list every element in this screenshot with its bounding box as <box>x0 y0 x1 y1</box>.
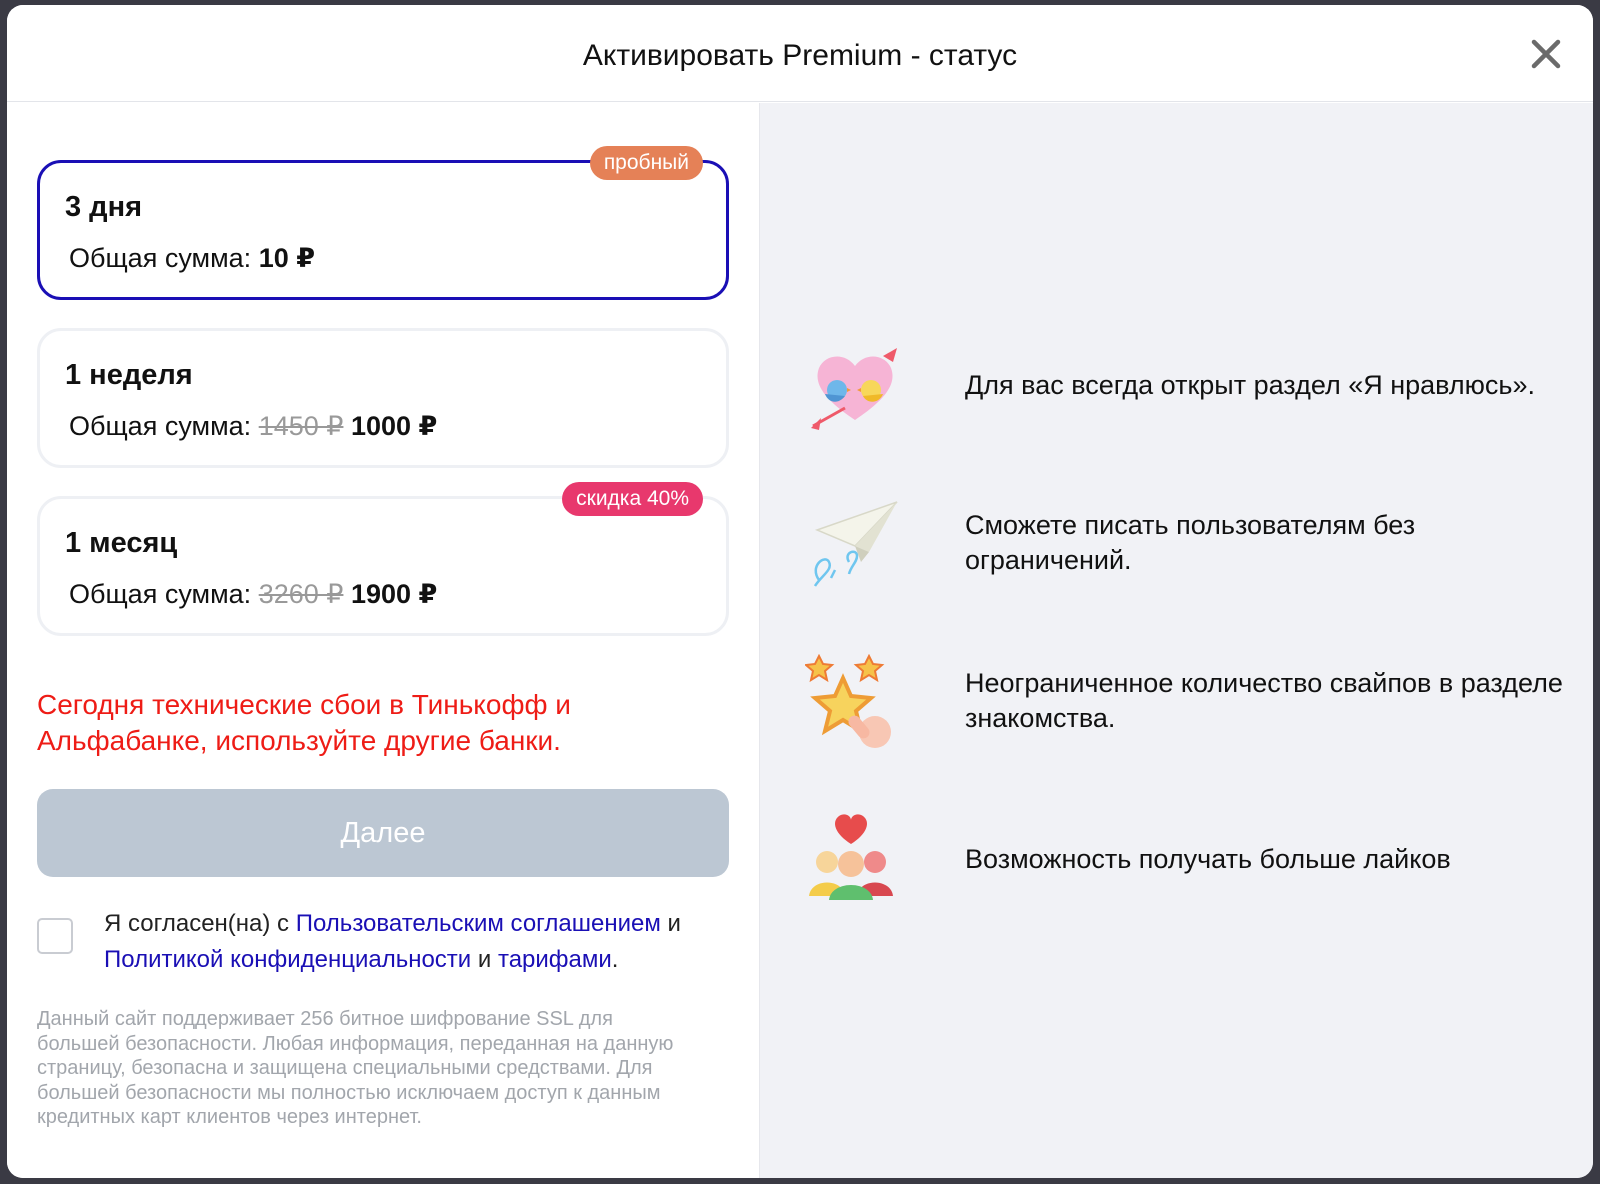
plan-price: 1900 ₽ <box>350 579 438 609</box>
plans-panel: пробный 3 дня Общая сумма: 10 ₽ 1 неделя… <box>7 103 759 1178</box>
next-button[interactable]: Далее <box>37 789 729 877</box>
people-heart-icon <box>805 810 905 910</box>
plan-card-1-week[interactable]: 1 неделя Общая сумма: 1450 ₽ 1000 ₽ <box>37 328 729 468</box>
ssl-security-note: Данный сайт поддерживает 256 битное шифр… <box>37 1008 674 1128</box>
plan-old-price: 3260 ₽ <box>258 579 344 609</box>
feature-item: Для вас всегда открыт раздел «Я нравлюсь… <box>805 338 1585 438</box>
modal-header: Активировать Premium - статус <box>7 5 1593 102</box>
plan-price: 1000 ₽ <box>350 411 438 441</box>
premium-modal: Активировать Premium - статус пробный 3 … <box>7 5 1593 1178</box>
plan-price: 10 ₽ <box>258 243 316 273</box>
agreement-and: и <box>667 910 681 937</box>
paper-plane-icon <box>805 496 905 596</box>
feature-item: Сможете писать пользователям без огранич… <box>805 496 1585 596</box>
agreement-checkbox[interactable] <box>37 918 73 954</box>
stars-swipe-icon <box>803 653 905 754</box>
plan-total: Общая сумма: 1450 ₽ 1000 ₽ <box>69 411 437 442</box>
plan-name: 1 месяц <box>65 527 178 559</box>
plan-old-price: 1450 ₽ <box>258 411 344 441</box>
close-icon[interactable] <box>1529 37 1563 71</box>
plan-total: Общая сумма: 10 ₽ <box>69 243 315 274</box>
agreement-prefix: Я согласен(на) с <box>104 910 290 937</box>
love-birds-heart-icon <box>805 338 905 438</box>
feature-text: Для вас всегда открыт раздел «Я нравлюсь… <box>965 370 1535 400</box>
modal-title: Активировать Premium - статус <box>582 39 1018 72</box>
feature-text: Неограниченное количество свайпов в разд… <box>965 668 1563 733</box>
plan-sum-label: Общая сумма: <box>69 579 252 609</box>
agreement-suffix: . <box>611 946 619 973</box>
user-agreement-link[interactable]: Пользовательским соглашением <box>296 910 661 937</box>
trial-badge: пробный <box>589 146 703 180</box>
feature-item: Возможность получать больше лайков <box>805 810 1585 910</box>
agreement-and: и <box>477 946 492 973</box>
feature-item: Неограниченное количество свайпов в разд… <box>803 653 1585 754</box>
plan-total: Общая сумма: 3260 ₽ 1900 ₽ <box>69 579 437 610</box>
plan-card-1-month[interactable]: скидка 40% 1 месяц Общая сумма: 3260 ₽ 1… <box>37 482 729 636</box>
discount-badge: скидка 40% <box>562 482 703 516</box>
plan-name: 1 неделя <box>65 359 193 391</box>
feature-text: Сможете писать пользователям без огранич… <box>965 510 1416 575</box>
agreement-text: Я согласен(на) с Пользовательским соглаш… <box>104 906 724 978</box>
plan-sum-label: Общая сумма: <box>69 243 252 273</box>
feature-text: Возможность получать больше лайков <box>965 844 1451 874</box>
bank-warning-text: Сегодня технические сбои в Тинькофф и Ал… <box>37 689 571 756</box>
tariffs-link[interactable]: тарифами <box>498 946 612 973</box>
plan-sum-label: Общая сумма: <box>69 411 252 441</box>
plan-card-3-days[interactable]: пробный 3 дня Общая сумма: 10 ₽ <box>37 146 729 300</box>
privacy-policy-link[interactable]: Политикой конфиденциальности <box>104 946 471 973</box>
plan-name: 3 дня <box>65 191 143 223</box>
features-panel: Для вас всегда открыт раздел «Я нравлюсь… <box>759 103 1593 1178</box>
